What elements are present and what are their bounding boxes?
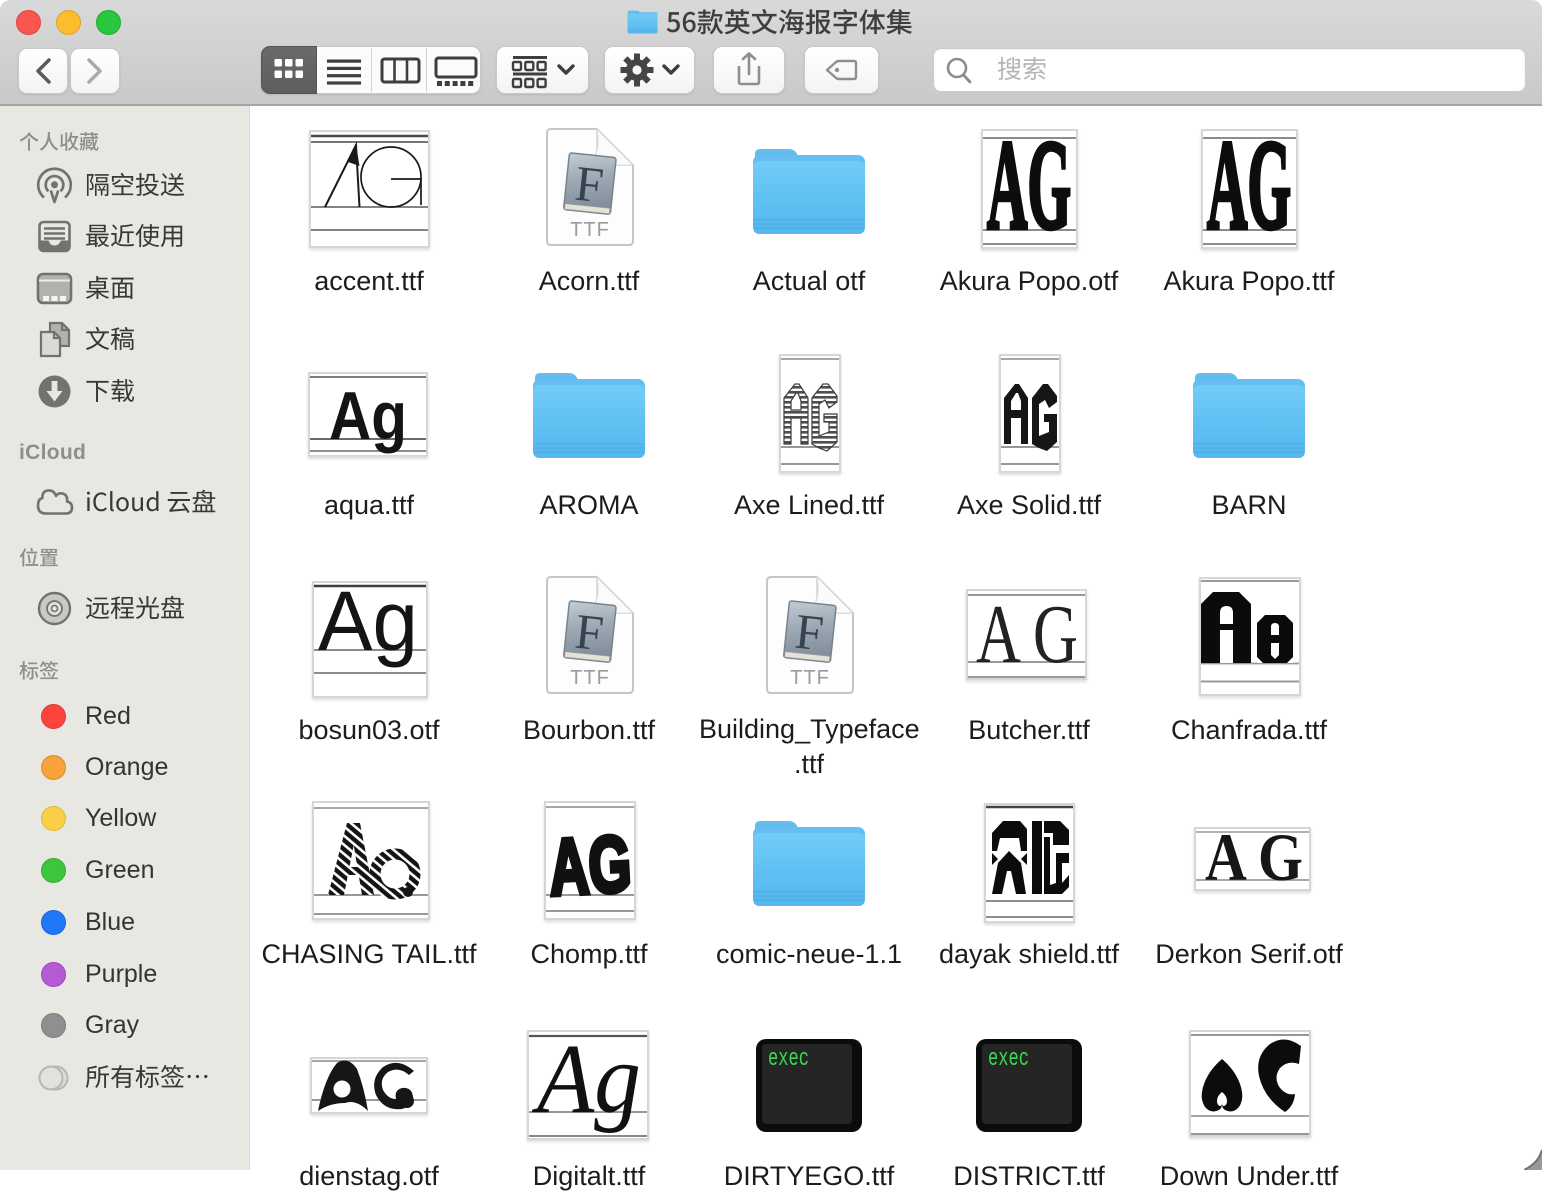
svg-text:F: F — [793, 603, 827, 662]
svg-text:TTF: TTF — [570, 667, 610, 689]
svg-text:Ag: Ag — [318, 583, 418, 668]
svg-text:A G: A G — [1205, 829, 1303, 889]
svg-text:exec: exec — [768, 1046, 809, 1073]
svg-text:TTF: TTF — [790, 667, 830, 689]
svg-text:AG: AG — [547, 819, 634, 912]
svg-text:A G: A G — [976, 591, 1078, 678]
svg-text:AG: AG — [987, 131, 1071, 247]
svg-text:Ag: Ag — [531, 1032, 641, 1134]
svg-text:AG: AG — [1207, 131, 1291, 247]
svg-text:TTF: TTF — [570, 219, 610, 241]
svg-text:F: F — [573, 603, 607, 662]
svg-text:Ag: Ag — [329, 378, 407, 454]
svg-text:F: F — [573, 155, 607, 214]
svg-text:exec: exec — [988, 1046, 1029, 1073]
